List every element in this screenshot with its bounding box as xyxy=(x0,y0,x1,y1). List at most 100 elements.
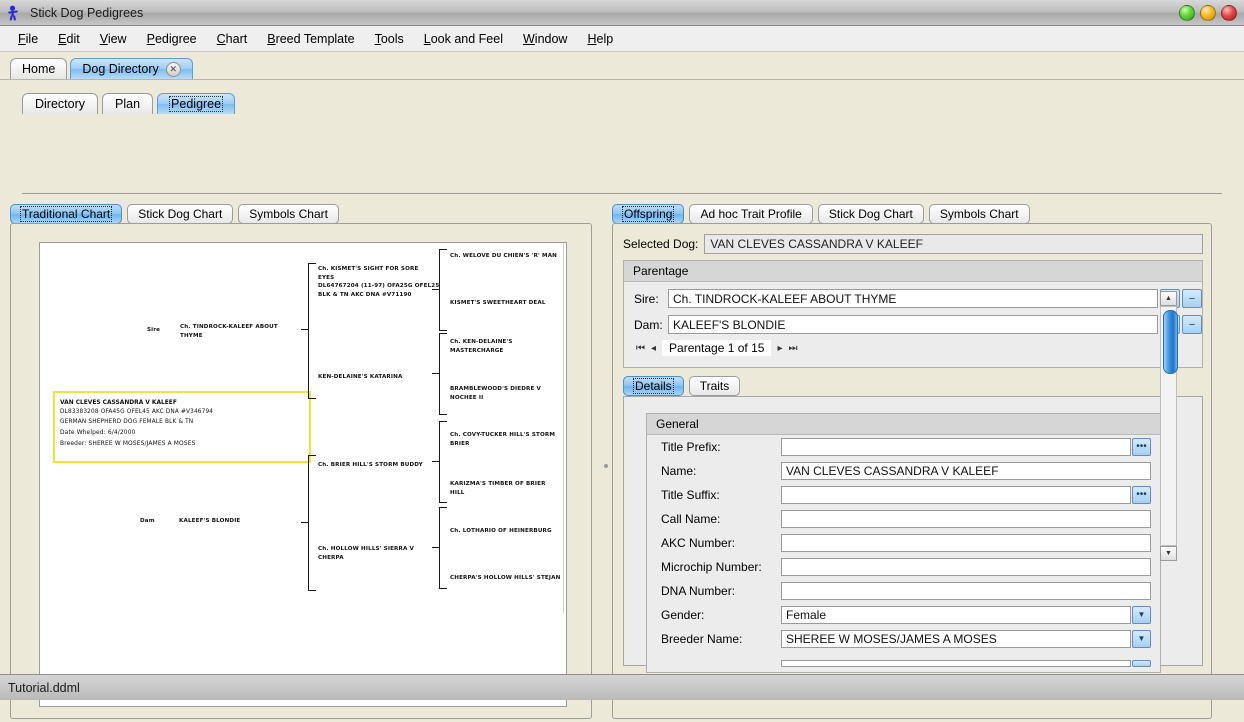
tab-ad-hoc-trait-profile[interactable]: Ad hoc Trait Profile xyxy=(689,204,812,224)
microchip-number-input[interactable] xyxy=(781,558,1151,576)
title-prefix-input[interactable] xyxy=(781,438,1131,456)
title-suffix-input[interactable] xyxy=(781,486,1131,504)
tab-pedigree[interactable]: Pedigree xyxy=(157,93,235,114)
menu-window[interactable]: Window xyxy=(513,29,577,49)
menu-view[interactable]: View xyxy=(90,29,137,49)
sire-input[interactable]: Ch. TINDROCK-KALEEF ABOUT THYME xyxy=(668,289,1158,308)
maximize-button[interactable] xyxy=(1200,5,1216,21)
pedigree-tick-g4-4 xyxy=(432,547,440,548)
chevron-down-icon[interactable] xyxy=(1132,660,1151,667)
title-suffix-label: Title Suffix: xyxy=(661,488,781,502)
chevron-down-icon[interactable]: ▼ xyxy=(1132,630,1151,648)
title-prefix-ellipsis-button[interactable]: ••• xyxy=(1132,438,1151,456)
title-suffix-ellipsis-button[interactable]: ••• xyxy=(1132,486,1151,504)
split-pane-divider[interactable] xyxy=(604,464,608,468)
status-bar: Tutorial.ddml xyxy=(0,674,1244,700)
detail-area: General Title Prefix: ••• Name: VAN CLEV… xyxy=(623,396,1203,666)
general-group: General Title Prefix: ••• Name: VAN CLEV… xyxy=(646,413,1161,673)
close-button[interactable] xyxy=(1221,5,1237,21)
sire-remove-button[interactable]: − xyxy=(1182,289,1202,308)
call-name-input[interactable] xyxy=(781,510,1151,528)
menu-look-and-feel[interactable]: Look and Feel xyxy=(414,29,513,49)
menu-tools[interactable]: Tools xyxy=(365,29,414,49)
pedigree-g4-node-1[interactable]: Ch. WELOVE DU CHIEN'S 'R' MAN xyxy=(450,252,562,261)
chevron-down-icon[interactable]: ▼ xyxy=(1132,606,1151,624)
pedigree-g3-node-1[interactable]: Ch. KISMET'S SIGHT FOR SORE EYES DL64767… xyxy=(318,265,450,300)
pedigree-dam-name[interactable]: KALEEF'S BLONDIE xyxy=(179,517,304,526)
document-tab-home[interactable]: Home xyxy=(10,58,67,79)
pedigree-g4-node-5[interactable]: Ch. COVY-TUCKER HILL'S STORM BRIER xyxy=(450,431,562,448)
tab-plan[interactable]: Plan xyxy=(102,93,153,114)
name-input[interactable]: VAN CLEVES CASSANDRA V KALEEF xyxy=(781,462,1151,480)
pedigree-bracket-g4-4 xyxy=(439,507,447,589)
tab-traditional-chart[interactable]: Traditional Chart xyxy=(10,204,122,224)
menu-file[interactable]: File xyxy=(8,29,48,49)
pedigree-g3-node-3[interactable]: Ch. BRIER HILL'S STORM BUDDY xyxy=(318,461,450,470)
pedigree-g4-node-3[interactable]: Ch. KEN-DELAINE'S MASTERCHARGE xyxy=(450,338,562,355)
tab-details[interactable]: Details xyxy=(623,376,684,396)
tab-traits[interactable]: Traits xyxy=(689,376,741,396)
menu-help[interactable]: Help xyxy=(577,29,623,49)
selected-dog-value: VAN CLEVES CASSANDRA V KALEEF xyxy=(704,234,1203,254)
document-tab-dog-directory[interactable]: Dog Directory ✕ xyxy=(70,58,192,79)
field-row-gender: Gender: Female ▼ xyxy=(647,603,1160,627)
pedigree-g4-node-7[interactable]: Ch. LOTHARIO OF HEINERBURG xyxy=(450,527,562,536)
pedigree-tick-g4-1 xyxy=(432,289,440,290)
pedigree-tick-g3-dam xyxy=(301,522,309,523)
pedigree-g4-node-2[interactable]: KISMET'S SWEETHEART DEAL xyxy=(450,299,562,308)
menu-file-rest: ile xyxy=(26,32,39,46)
menu-pedigree[interactable]: Pedigree xyxy=(137,29,207,49)
menu-chart-rest: hart xyxy=(226,32,248,46)
parentage-last-icon[interactable]: ⏭ xyxy=(788,343,797,354)
menu-chart[interactable]: Chart xyxy=(207,29,258,49)
pedigree-dam-label: Dam xyxy=(140,517,155,526)
akc-number-input[interactable] xyxy=(781,534,1151,552)
parentage-first-icon[interactable]: ⏮ xyxy=(636,343,645,354)
dam-remove-button[interactable]: − xyxy=(1182,315,1202,334)
tab-symbols-chart-left[interactable]: Symbols Chart xyxy=(238,204,339,224)
breeder-name-label: Breeder Name: xyxy=(661,632,781,646)
scrollbar-thumb[interactable] xyxy=(1163,310,1178,374)
gender-combo[interactable]: Female xyxy=(781,606,1131,624)
tab-directory[interactable]: Directory xyxy=(22,93,98,114)
breeder-name-combo[interactable]: SHEREE W MOSES/JAMES A MOSES xyxy=(781,630,1131,648)
dna-number-input[interactable] xyxy=(781,582,1151,600)
next-field-input[interactable] xyxy=(781,660,1131,667)
close-icon[interactable]: ✕ xyxy=(166,62,181,77)
tab-offspring-label: Offspring xyxy=(623,207,673,221)
menu-edit[interactable]: Edit xyxy=(48,29,90,49)
window-title: Stick Dog Pedigrees xyxy=(30,6,143,20)
document-tab-home-label: Home xyxy=(22,62,55,76)
stick-dog-icon xyxy=(6,4,24,22)
detail-scrollbar[interactable]: ▲ ▼ xyxy=(1160,291,1177,561)
pedigree-subject-box[interactable]: VAN CLEVES CASSANDRA V KALEEF DL83383208… xyxy=(53,391,311,463)
pedigree-sire-name[interactable]: Ch. TINDROCK-KALEEF ABOUT THYME xyxy=(180,323,305,340)
parentage-group-title: Parentage xyxy=(624,261,1202,282)
menu-breed-template[interactable]: Breed Template xyxy=(257,29,364,49)
tab-stick-dog-chart-left[interactable]: Stick Dog Chart xyxy=(127,204,233,224)
dam-input[interactable]: KALEEF'S BLONDIE xyxy=(668,315,1158,334)
dam-label: Dam: xyxy=(634,318,668,332)
pedigree-chart-canvas[interactable]: VAN CLEVES CASSANDRA V KALEEF DL83383208… xyxy=(39,242,567,707)
pedigree-g3-node-2[interactable]: KEN-DELAINE'S KATARINA xyxy=(318,373,450,382)
pedigree-g4-node-8[interactable]: CHERPA'S HOLLOW HILLS' STEJAN xyxy=(450,574,562,583)
tab-offspring[interactable]: Offspring xyxy=(612,204,684,224)
scroll-down-icon[interactable]: ▼ xyxy=(1160,546,1177,561)
parentage-prev-icon[interactable]: ◂ xyxy=(651,343,656,354)
minimize-button[interactable] xyxy=(1179,5,1195,21)
parentage-next-icon[interactable]: ▸ xyxy=(777,343,782,354)
pedigree-g4-node-4[interactable]: BRAMBLEWOOD'S DIEDRE V NOCHEE II xyxy=(450,385,562,402)
tab-stick-dog-chart-right[interactable]: Stick Dog Chart xyxy=(818,204,924,224)
pedigree-g4-node-6[interactable]: KARIZMA'S TIMBER OF BRIER HILL xyxy=(450,480,562,497)
dam-row: Dam: KALEEF'S BLONDIE ••• − xyxy=(634,315,1202,334)
pedigree-g3-node-4[interactable]: Ch. HOLLOW HILLS' SIERRA V CHERPA xyxy=(318,545,450,562)
scrollbar-track[interactable] xyxy=(1160,306,1177,546)
document-tab-bar: Home Dog Directory ✕ xyxy=(0,52,1244,79)
akc-number-label: AKC Number: xyxy=(661,536,781,550)
tab-symbols-chart-right[interactable]: Symbols Chart xyxy=(929,204,1030,224)
sire-label: Sire: xyxy=(634,292,668,306)
scroll-up-icon[interactable]: ▲ xyxy=(1160,291,1177,306)
tab-stick-dog-chart-right-label: Stick Dog Chart xyxy=(829,207,913,221)
field-row-title-suffix: Title Suffix: ••• xyxy=(647,483,1160,507)
content-area: Directory Plan Pedigree Traditional Char… xyxy=(0,79,1244,674)
